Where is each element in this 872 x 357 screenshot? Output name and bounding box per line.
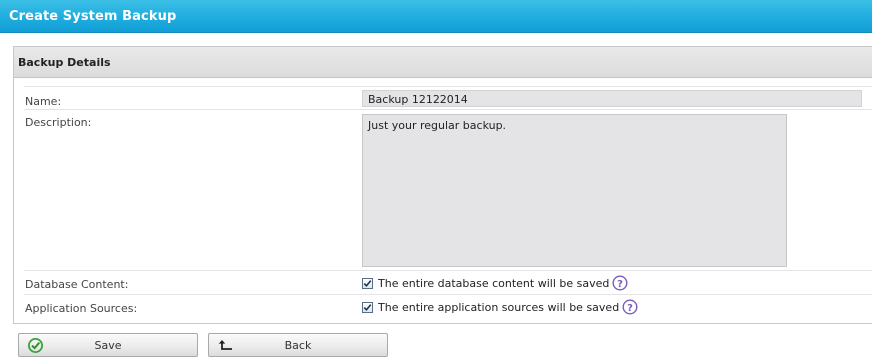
row-divider: [24, 294, 872, 295]
panel-header: Backup Details: [14, 47, 872, 78]
description-textarea[interactable]: Just your regular backup.: [362, 114, 787, 267]
database-content-text: The entire database content will be save…: [378, 276, 610, 290]
database-content-label: Database Content:: [25, 278, 129, 291]
back-button-label: Back: [284, 339, 312, 352]
name-input[interactable]: Backup 12122014: [362, 90, 862, 107]
help-circle-icon[interactable]: ?: [622, 299, 638, 315]
row-divider: [24, 109, 872, 110]
row-divider: [24, 270, 872, 271]
window-title: Create System Backup: [9, 9, 177, 24]
panel-title: Backup Details: [18, 56, 111, 69]
database-content-option: The entire database content will be save…: [362, 275, 628, 291]
window-titlebar: Create System Backup: [0, 0, 872, 33]
save-button-label: Save: [94, 339, 122, 352]
backup-details-panel: Backup Details Name: Backup 12122014 Des…: [13, 46, 872, 324]
checkmark-icon: [363, 279, 372, 287]
description-label: Description:: [25, 116, 92, 129]
back-button[interactable]: Back: [208, 333, 388, 357]
save-button[interactable]: Save: [18, 333, 198, 357]
application-sources-text: The entire application sources will be s…: [378, 300, 620, 314]
row-divider: [24, 86, 872, 87]
name-label: Name:: [25, 95, 62, 108]
application-sources-option: The entire application sources will be s…: [362, 299, 638, 315]
application-sources-label: Application Sources:: [25, 302, 138, 315]
database-content-checkbox[interactable]: [362, 277, 373, 289]
svg-text:?: ?: [617, 279, 623, 290]
application-sources-checkbox[interactable]: [362, 301, 373, 313]
checkmark-icon: [363, 303, 372, 311]
help-circle-icon[interactable]: ?: [612, 275, 628, 291]
svg-text:?: ?: [627, 303, 633, 314]
